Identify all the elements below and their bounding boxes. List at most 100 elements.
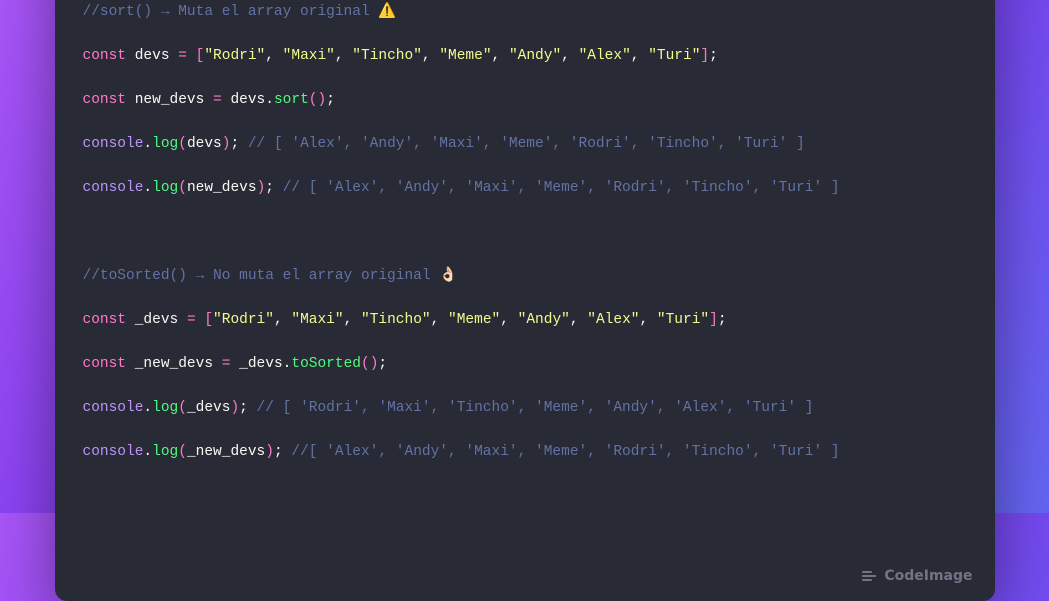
comma: , xyxy=(570,312,579,328)
code-line: console.log(devs); // [ 'Alex', 'Andy', … xyxy=(83,133,967,155)
string: "Andy" xyxy=(509,48,561,64)
semicolon: ; xyxy=(709,48,718,64)
string: "Rodri" xyxy=(213,312,274,328)
watermark-text: CodeImage xyxy=(884,565,972,587)
identifier: _devs xyxy=(239,356,283,372)
semicolon: ; xyxy=(378,356,387,372)
argument: new_devs xyxy=(187,180,257,196)
method: toSorted xyxy=(291,356,361,372)
identifier: devs xyxy=(135,48,170,64)
string: "Meme" xyxy=(448,312,500,328)
code-line: const devs = ["Rodri", "Maxi", "Tincho",… xyxy=(83,45,967,67)
string: "Andy" xyxy=(518,312,570,328)
code-line: console.log(new_devs); // [ 'Alex', 'And… xyxy=(83,177,967,199)
paren: ( xyxy=(178,136,187,152)
watermark: CodeImage xyxy=(862,565,972,587)
semicolon: ; xyxy=(326,92,335,108)
bracket: ] xyxy=(709,312,718,328)
code-line: console.log(_devs); // [ 'Rodri', 'Maxi'… xyxy=(83,397,967,419)
dot: . xyxy=(143,444,152,460)
dot: . xyxy=(143,400,152,416)
comment: // [ 'Rodri', 'Maxi', 'Tincho', 'Meme', … xyxy=(248,400,814,416)
argument: devs xyxy=(187,136,222,152)
keyword: const xyxy=(83,48,127,64)
comma: , xyxy=(274,312,283,328)
semicolon: ; xyxy=(230,136,239,152)
comment: //sort() → Muta el array original ⚠️ xyxy=(83,4,397,20)
identifier: _devs xyxy=(135,312,179,328)
argument: _new_devs xyxy=(187,444,265,460)
comment: //[ 'Alex', 'Andy', 'Maxi', 'Meme', 'Rod… xyxy=(283,444,840,460)
object: console xyxy=(83,136,144,152)
code-line: //toSorted() → No muta el array original… xyxy=(83,265,967,287)
code-area: //sort() → Muta el array original ⚠️ con… xyxy=(55,0,995,601)
paren: ( xyxy=(178,400,187,416)
method: log xyxy=(152,136,178,152)
comment: // [ 'Alex', 'Andy', 'Maxi', 'Meme', 'Ro… xyxy=(239,136,805,152)
argument: _devs xyxy=(187,400,231,416)
paren: ( xyxy=(178,444,187,460)
comma: , xyxy=(335,48,344,64)
code-line: console.log(_new_devs); //[ 'Alex', 'And… xyxy=(83,441,967,463)
paren: ) xyxy=(317,92,326,108)
operator: = xyxy=(213,92,222,108)
code-line: const new_devs = devs.sort(); xyxy=(83,89,967,111)
keyword: const xyxy=(83,356,127,372)
dot: . xyxy=(265,92,274,108)
string: "Rodri" xyxy=(204,48,265,64)
comma: , xyxy=(431,312,440,328)
comma: , xyxy=(640,312,649,328)
identifier: devs xyxy=(230,92,265,108)
comma: , xyxy=(344,312,353,328)
comment: //toSorted() → No muta el array original… xyxy=(83,268,458,284)
string: "Meme" xyxy=(439,48,491,64)
dot: . xyxy=(143,136,152,152)
string: "Turi" xyxy=(648,48,700,64)
code-line-blank xyxy=(83,221,967,243)
comment: // [ 'Alex', 'Andy', 'Maxi', 'Meme', 'Ro… xyxy=(274,180,840,196)
dot: . xyxy=(143,180,152,196)
bracket: [ xyxy=(204,312,213,328)
method: sort xyxy=(274,92,309,108)
method: log xyxy=(152,180,178,196)
string: "Alex" xyxy=(579,48,631,64)
code-line: //sort() → Muta el array original ⚠️ xyxy=(83,1,967,23)
paren: ) xyxy=(265,444,274,460)
paren: ) xyxy=(230,400,239,416)
method: log xyxy=(152,444,178,460)
codeimage-logo-icon xyxy=(862,568,878,584)
string: "Alex" xyxy=(587,312,639,328)
semicolon: ; xyxy=(265,180,274,196)
identifier: _new_devs xyxy=(135,356,213,372)
operator: = xyxy=(187,312,196,328)
comma: , xyxy=(631,48,640,64)
semicolon: ; xyxy=(274,444,283,460)
editor-window: JS arrays.js //sort() → Muta el array or… xyxy=(55,0,995,601)
string: "Maxi" xyxy=(291,312,343,328)
comma: , xyxy=(492,48,501,64)
keyword: const xyxy=(83,312,127,328)
object: console xyxy=(83,444,144,460)
bracket: ] xyxy=(700,48,709,64)
method: log xyxy=(152,400,178,416)
operator: = xyxy=(222,356,231,372)
paren: ( xyxy=(178,180,187,196)
code-line: const _new_devs = _devs.toSorted(); xyxy=(83,353,967,375)
object: console xyxy=(83,180,144,196)
comma: , xyxy=(265,48,274,64)
code-line: const _devs = ["Rodri", "Maxi", "Tincho"… xyxy=(83,309,967,331)
identifier: new_devs xyxy=(135,92,205,108)
paren: ( xyxy=(361,356,370,372)
operator: = xyxy=(178,48,187,64)
comma: , xyxy=(500,312,509,328)
paren: ) xyxy=(257,180,266,196)
comma: , xyxy=(422,48,431,64)
string: "Maxi" xyxy=(283,48,335,64)
semicolon: ; xyxy=(239,400,248,416)
semicolon: ; xyxy=(718,312,727,328)
string: "Tincho" xyxy=(352,48,422,64)
string: "Tincho" xyxy=(361,312,431,328)
string: "Turi" xyxy=(657,312,709,328)
object: console xyxy=(83,400,144,416)
comma: , xyxy=(561,48,570,64)
